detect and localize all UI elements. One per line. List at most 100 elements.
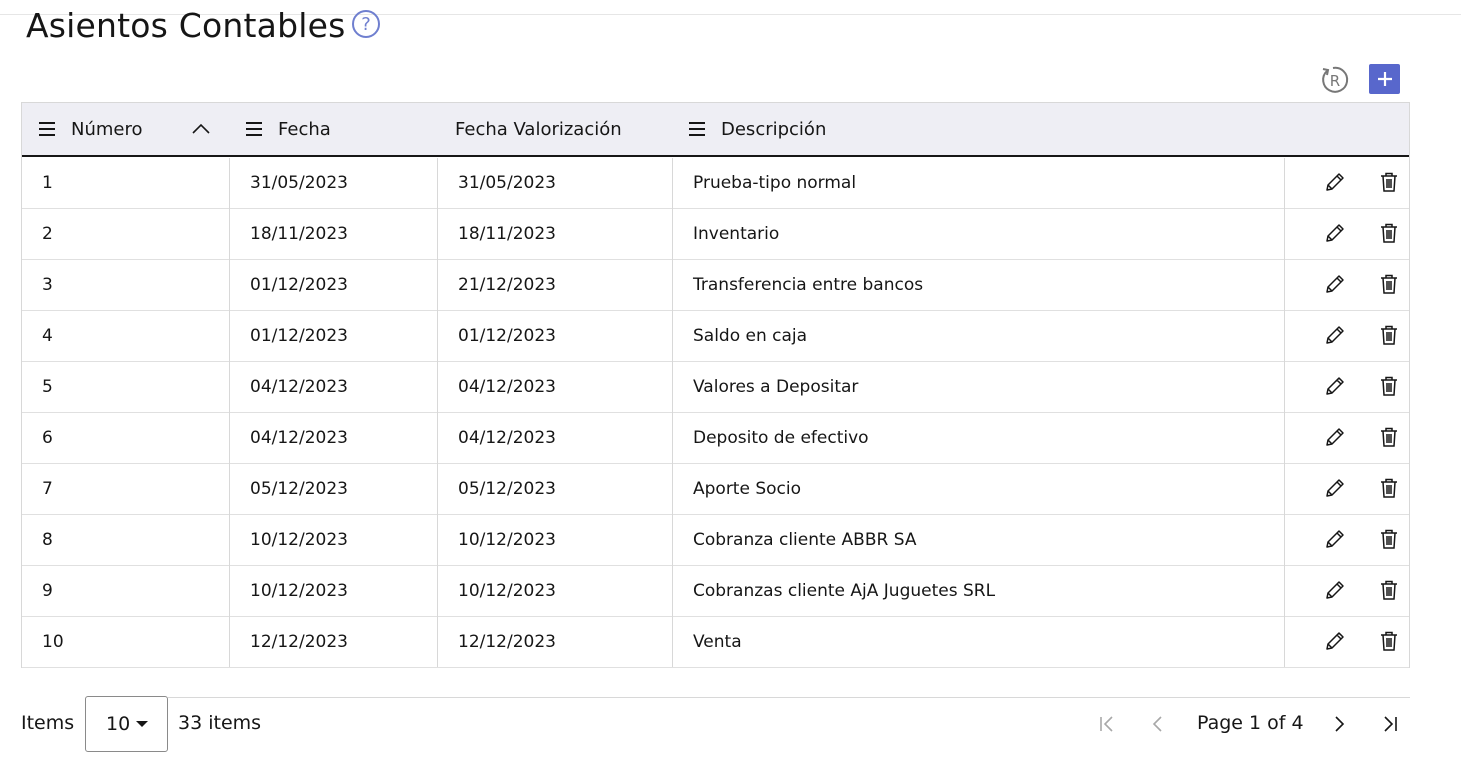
plus-icon — [1377, 72, 1392, 86]
cell-fecha-valorizacion: 05/12/2023 — [458, 479, 556, 499]
column-divider — [229, 158, 230, 667]
cell-numero: 5 — [42, 377, 53, 397]
cell-descripcion: Deposito de efectivo — [693, 428, 869, 448]
table-row: 2 18/11/2023 18/11/2023 Inventario — [22, 209, 1409, 260]
pencil-icon[interactable] — [1323, 221, 1347, 245]
table-row: 5 04/12/2023 04/12/2023 Valores a Depositar — [22, 362, 1409, 413]
pencil-icon[interactable] — [1323, 272, 1347, 296]
cell-numero: 2 — [42, 224, 53, 244]
trash-icon[interactable] — [1377, 272, 1401, 296]
trash-icon[interactable] — [1377, 374, 1401, 398]
column-header-fecha[interactable]: Fecha — [246, 103, 331, 155]
table-row: 9 10/12/2023 10/12/2023 Cobranzas cliente A… — [22, 566, 1409, 617]
column-label: Número — [71, 118, 143, 140]
caret-down-icon — [136, 721, 149, 727]
page-title: Asientos Contables — [26, 6, 346, 45]
cell-fecha: 04/12/2023 — [250, 428, 348, 448]
cell-fecha: 04/12/2023 — [250, 377, 348, 397]
table-header: Número Fecha Fecha Valorización Descripc… — [22, 103, 1409, 157]
previous-page-icon[interactable] — [1145, 712, 1169, 736]
page-size-value: 10 — [106, 713, 131, 735]
cell-numero: 8 — [42, 530, 53, 550]
cell-descripcion: Saldo en caja — [693, 326, 808, 346]
cell-fecha: 10/12/2023 — [250, 530, 348, 550]
cell-fecha: 31/05/2023 — [250, 173, 348, 193]
column-header-fecha-valorizacion[interactable]: Fecha Valorización — [455, 103, 622, 155]
trash-icon[interactable] — [1377, 578, 1401, 602]
cell-fecha-valorizacion: 21/12/2023 — [458, 275, 556, 295]
pencil-icon[interactable] — [1323, 323, 1347, 347]
add-button[interactable] — [1369, 64, 1400, 94]
trash-icon[interactable] — [1377, 425, 1401, 449]
table-row: 6 04/12/2023 04/12/2023 Deposito de efectiv… — [22, 413, 1409, 464]
column-menu-icon[interactable] — [246, 122, 262, 136]
cell-descripcion: Prueba-tipo normal — [693, 173, 857, 193]
trash-icon[interactable] — [1377, 221, 1401, 245]
column-header-descripcion[interactable]: Descripción — [689, 103, 826, 155]
table-row: 4 01/12/2023 01/12/2023 Saldo en caja — [22, 311, 1409, 362]
asientos-table: Número Fecha Fecha Valorización Descripc… — [21, 102, 1410, 668]
column-divider — [437, 158, 438, 667]
cell-fecha-valorizacion: 10/12/2023 — [458, 530, 556, 550]
sort-ascending-icon[interactable] — [191, 103, 211, 155]
cell-numero: 3 — [42, 275, 53, 295]
cell-fecha: 01/12/2023 — [250, 275, 348, 295]
pencil-icon[interactable] — [1323, 476, 1347, 500]
page-indicator: Page 1 of 4 — [1197, 712, 1304, 734]
cell-fecha-valorizacion: 10/12/2023 — [458, 581, 556, 601]
pencil-icon[interactable] — [1323, 425, 1347, 449]
cell-fecha: 01/12/2023 — [250, 326, 348, 346]
column-divider — [1284, 158, 1285, 667]
pencil-icon[interactable] — [1323, 629, 1347, 653]
table-row: 1 31/05/2023 31/05/2023 Prueba-tipo normal — [22, 158, 1409, 209]
last-page-icon[interactable] — [1378, 712, 1402, 736]
cell-fecha-valorizacion: 01/12/2023 — [458, 326, 556, 346]
trash-icon[interactable] — [1377, 527, 1401, 551]
pencil-icon[interactable] — [1323, 374, 1347, 398]
column-menu-icon[interactable] — [39, 122, 55, 136]
column-header-numero[interactable]: Número — [39, 103, 143, 155]
cell-numero: 7 — [42, 479, 53, 499]
cell-fecha: 05/12/2023 — [250, 479, 348, 499]
column-label: Fecha Valorización — [455, 118, 622, 140]
cell-descripcion: Transferencia entre bancos — [693, 275, 924, 295]
cell-fecha-valorizacion: 04/12/2023 — [458, 428, 556, 448]
cell-fecha: 18/11/2023 — [250, 224, 348, 244]
first-page-icon[interactable] — [1095, 712, 1119, 736]
trash-icon[interactable] — [1377, 323, 1401, 347]
table-row: 7 05/12/2023 05/12/2023 Aporte Socio — [22, 464, 1409, 515]
page-size-select[interactable]: 10 — [85, 696, 168, 752]
table-row: 8 10/12/2023 10/12/2023 Cobranza cliente AB… — [22, 515, 1409, 566]
column-divider — [672, 158, 673, 667]
pencil-icon[interactable] — [1323, 578, 1347, 602]
cell-fecha-valorizacion: 12/12/2023 — [458, 632, 556, 652]
cell-descripcion: Valores a Depositar — [693, 377, 859, 397]
trash-icon[interactable] — [1377, 170, 1401, 194]
cell-fecha-valorizacion: 31/05/2023 — [458, 173, 556, 193]
reset-r-icon[interactable]: R — [1319, 64, 1351, 96]
pencil-icon[interactable] — [1323, 170, 1347, 194]
pencil-icon[interactable] — [1323, 527, 1347, 551]
next-page-icon[interactable] — [1328, 712, 1352, 736]
items-label: Items — [21, 712, 75, 734]
column-label: Descripción — [721, 118, 827, 140]
cell-numero: 10 — [42, 632, 64, 652]
cell-fecha: 10/12/2023 — [250, 581, 348, 601]
cell-descripcion: Inventario — [693, 224, 780, 244]
cell-fecha-valorizacion: 04/12/2023 — [458, 377, 556, 397]
items-count: 33 items — [178, 712, 262, 734]
cell-numero: 1 — [42, 173, 53, 193]
cell-descripcion: Cobranza cliente ABBR SA — [693, 530, 917, 550]
cell-numero: 4 — [42, 326, 53, 346]
cell-fecha: 12/12/2023 — [250, 632, 348, 652]
cell-descripcion: Cobranzas cliente AjA Juguetes SRL — [693, 581, 996, 601]
column-label: Fecha — [278, 118, 331, 140]
trash-icon[interactable] — [1377, 476, 1401, 500]
question-circle-icon[interactable]: ? — [352, 10, 380, 38]
table-row: 3 01/12/2023 21/12/2023 Transferencia entre… — [22, 260, 1409, 311]
column-menu-icon[interactable] — [689, 122, 705, 136]
svg-text:R: R — [1330, 72, 1340, 90]
table-row: 10 12/12/2023 12/12/2023 Venta — [22, 617, 1409, 668]
trash-icon[interactable] — [1377, 629, 1401, 653]
footer-divider — [168, 697, 1410, 698]
